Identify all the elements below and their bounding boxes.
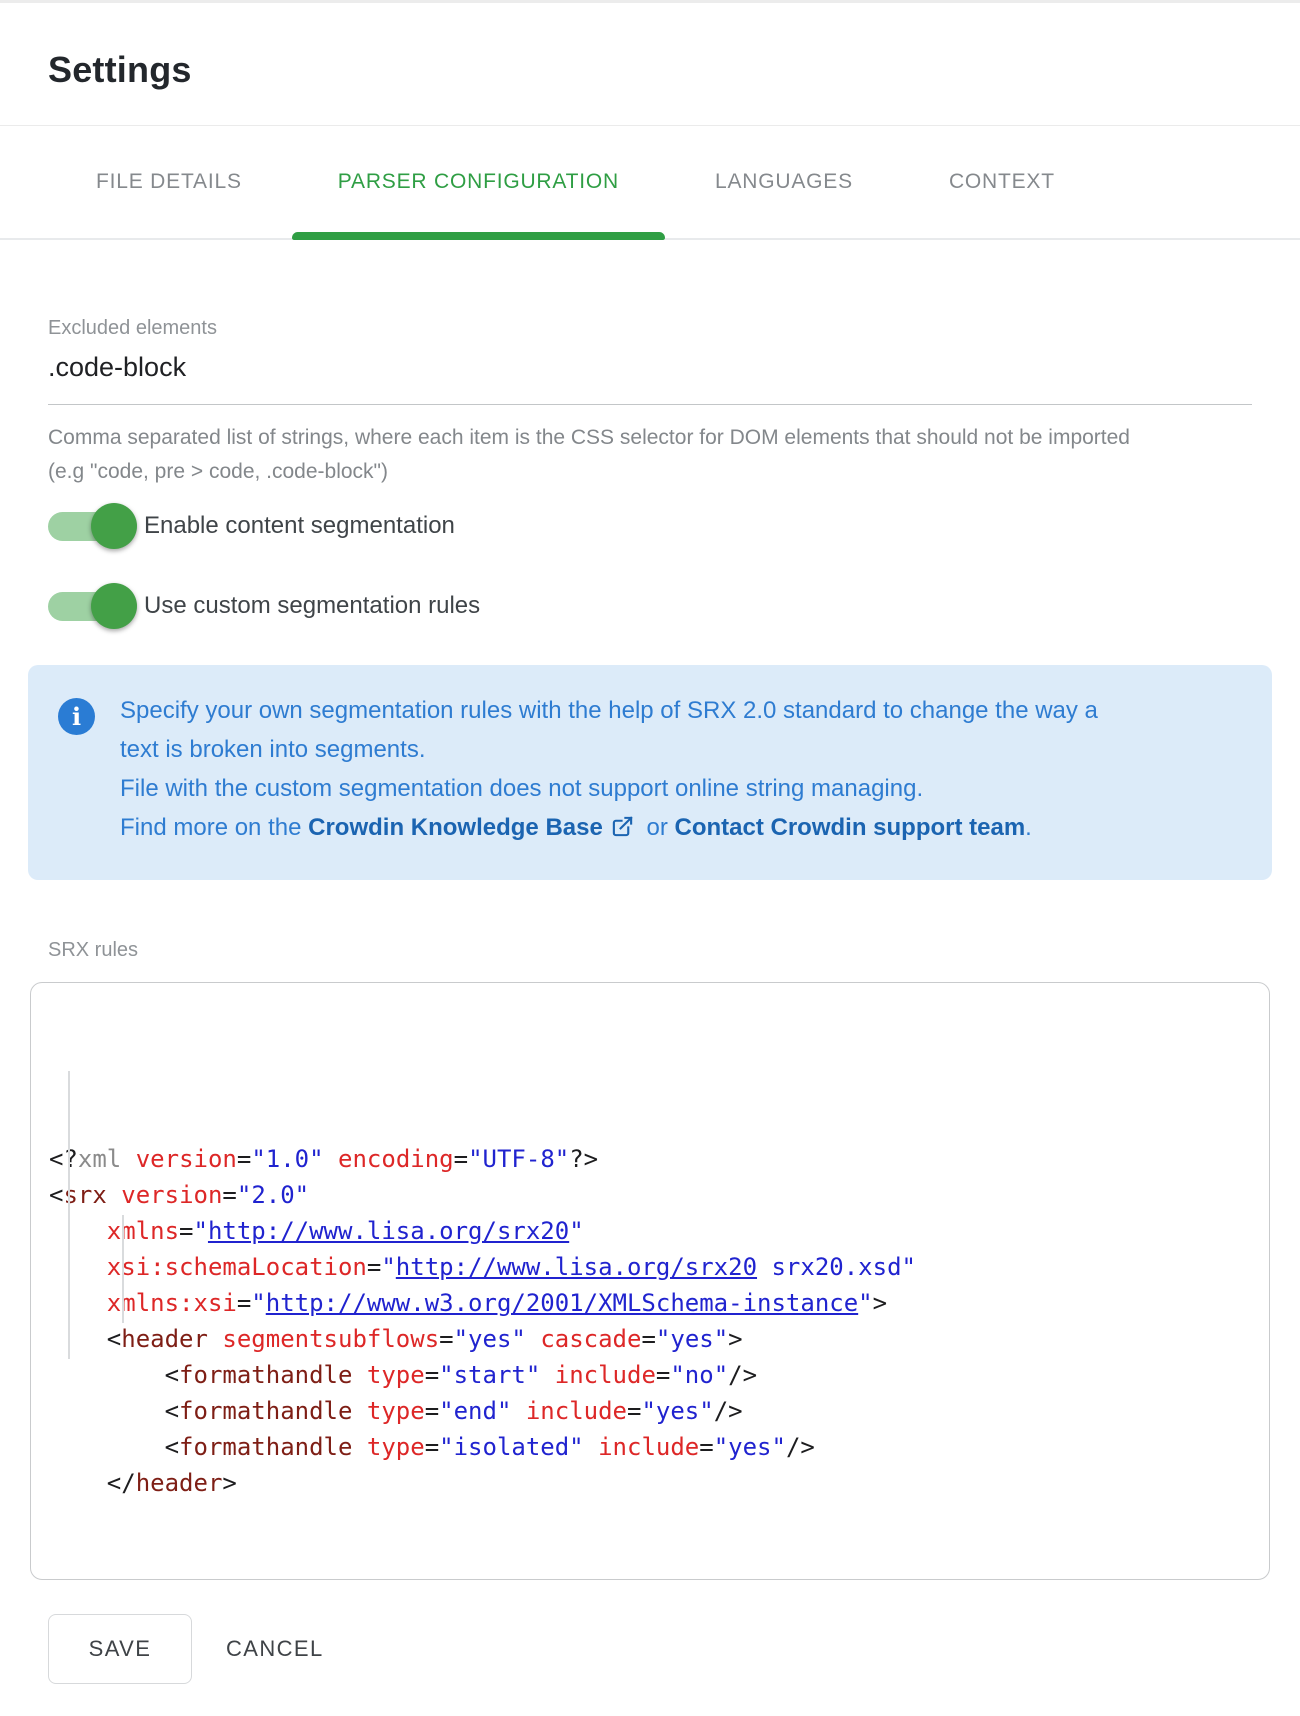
external-link-icon bbox=[611, 811, 634, 850]
srx-rules-editor[interactable]: <?xml version="1.0" encoding="UTF-8"?><s… bbox=[30, 982, 1270, 1580]
info-line-3-period: . bbox=[1025, 814, 1032, 841]
custom-segmentation-toggle[interactable] bbox=[48, 592, 114, 621]
code-line: <srx version="2.0" bbox=[49, 1177, 1251, 1213]
page-title: Settings bbox=[48, 49, 1252, 91]
toggle-knob bbox=[91, 583, 137, 629]
indent-guide bbox=[68, 1071, 70, 1359]
excluded-elements-help: Comma separated list of strings, where e… bbox=[48, 421, 1133, 489]
content-segmentation-toggle-row[interactable]: Enable content segmentation bbox=[48, 503, 1252, 549]
content-segmentation-label: Enable content segmentation bbox=[144, 512, 455, 540]
excluded-elements-input[interactable] bbox=[48, 350, 1252, 405]
code-line: xsi:schemaLocation="http://www.lisa.org/… bbox=[49, 1249, 1251, 1285]
header: Settings bbox=[0, 3, 1300, 126]
settings-panel: Settings FILE DETAILS PARSER CONFIGURATI… bbox=[0, 0, 1300, 1716]
code-line: <formathandle type="start" include="no"/… bbox=[49, 1357, 1251, 1393]
srx-code: <?xml version="1.0" encoding="UTF-8"?><s… bbox=[49, 1141, 1251, 1501]
info-line-3-prefix: Find more on the bbox=[120, 814, 308, 841]
indent-guide bbox=[122, 1215, 124, 1323]
info-banner: i Specify your own segmentation rules wi… bbox=[28, 665, 1272, 880]
code-line: </header> bbox=[49, 1465, 1251, 1501]
tab-parser-configuration[interactable]: PARSER CONFIGURATION bbox=[292, 126, 665, 238]
srx-rules-label: SRX rules bbox=[48, 938, 1252, 962]
code-line: <formathandle type="end" include="yes"/> bbox=[49, 1393, 1251, 1429]
contact-support-link[interactable]: Contact Crowdin support team bbox=[675, 814, 1026, 841]
info-icon: i bbox=[58, 698, 95, 735]
tab-languages[interactable]: LANGUAGES bbox=[669, 126, 899, 238]
tab-file-details[interactable]: FILE DETAILS bbox=[50, 126, 288, 238]
info-line-3: Find more on the Crowdin Knowledge Base … bbox=[120, 808, 1242, 850]
footer-actions: SAVE CANCEL bbox=[0, 1580, 1300, 1716]
custom-segmentation-toggle-row[interactable]: Use custom segmentation rules bbox=[48, 583, 1252, 629]
code-line: xmlns:xsi="http://www.w3.org/2001/XMLSch… bbox=[49, 1285, 1251, 1321]
parser-configuration-content: Excluded elements Comma separated list o… bbox=[0, 316, 1300, 1580]
code-line: <header segmentsubflows="yes" cascade="y… bbox=[49, 1321, 1251, 1357]
info-line-3-or: or bbox=[640, 814, 675, 841]
cancel-button[interactable]: CANCEL bbox=[226, 1614, 324, 1684]
custom-segmentation-label: Use custom segmentation rules bbox=[144, 592, 480, 620]
code-line: <formathandle type="isolated" include="y… bbox=[49, 1429, 1251, 1465]
code-line: xmlns="http://www.lisa.org/srx20" bbox=[49, 1213, 1251, 1249]
tab-bar: FILE DETAILS PARSER CONFIGURATION LANGUA… bbox=[0, 126, 1300, 240]
info-line-1: Specify your own segmentation rules with… bbox=[120, 691, 1115, 769]
tab-context[interactable]: CONTEXT bbox=[903, 126, 1101, 238]
save-button[interactable]: SAVE bbox=[48, 1614, 192, 1684]
content-segmentation-toggle[interactable] bbox=[48, 512, 114, 541]
excluded-elements-label: Excluded elements bbox=[48, 316, 1252, 340]
code-line: <?xml version="1.0" encoding="UTF-8"?> bbox=[49, 1141, 1251, 1177]
knowledge-base-link[interactable]: Crowdin Knowledge Base bbox=[308, 814, 603, 841]
toggle-knob bbox=[91, 503, 137, 549]
info-line-2: File with the custom segmentation does n… bbox=[120, 769, 1242, 808]
